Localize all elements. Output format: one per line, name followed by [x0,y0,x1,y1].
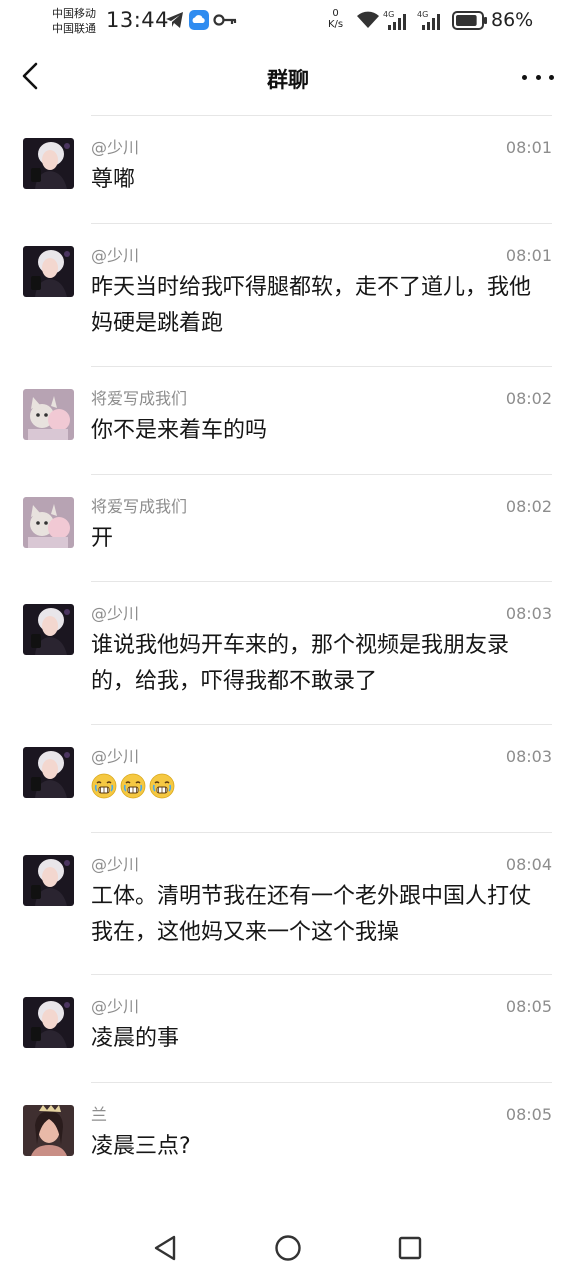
message-text-content: 谁说我他妈开车来的，那个视频是我朋友录的，给我，吓得我都不敢录了 [91,633,510,694]
wifi-icon [356,10,380,34]
message-text: 尊嘟 [91,162,546,198]
message-text-content: 尊嘟 [91,167,136,192]
net-speed-unit: K/s [328,19,344,30]
message-row[interactable]: 将爱写成我们 08:02 你不是来着车的吗 [0,367,576,475]
message-time: 08:02 [505,389,552,408]
sender-avatar[interactable] [23,138,74,189]
message-body: @少川 08:04 工体。清明节我在还有一个老外跟中国人打仗我在，这他妈又来一个这个… [0,855,576,975]
battery-icon [452,11,488,34]
status-bar: 中国移动 中国联通 13:44 0 K/s 4G 4G 86% [0,0,576,42]
message-text-content: 凌晨三点? [91,1134,191,1159]
message-text: 你不是来着车的吗 [91,413,546,449]
back-triangle-icon [154,1235,176,1261]
message-text: 凌晨三点? [91,1129,546,1165]
message-text: 昨天当时给我吓得腿都软，走不了道儿，我他妈硬是跳着跑 [91,270,546,342]
recents-square-icon [398,1236,422,1260]
sender-name: 将爱写成我们 [91,389,188,408]
battery-percent: 86% [491,9,534,31]
sender-name: @少川 [91,997,140,1016]
message-body: 兰 08:05 凌晨三点? [0,1105,576,1213]
message-row[interactable]: @少川 08:03 谁说我他妈开车来的，那个视频是我朋友录的，给我，吓得我都不敢录了 [0,582,576,725]
message-text-content: 开 [91,526,114,551]
message-row[interactable]: @少川 08:01 昨天当时给我吓得腿都软，走不了道儿，我他妈硬是跳着跑 [0,224,576,367]
sender-avatar[interactable] [23,855,74,906]
nav-back-button[interactable] [148,1231,182,1265]
message-body: 将爱写成我们 08:02 开 [0,497,576,582]
page-title: 群聊 [267,68,309,92]
status-time: 13:44 [106,8,170,32]
home-circle-icon [275,1235,301,1261]
message-body: @少川 08:03 谁说我他妈开车来的，那个视频是我朋友录的，给我，吓得我都不敢录了 [0,604,576,725]
sender-name: @少川 [91,604,140,623]
message-text: 工体。清明节我在还有一个老外跟中国人打仗我在，这他妈又来一个这个我操 [91,879,546,951]
sender-avatar[interactable] [23,997,74,1048]
message-time: 08:03 [505,604,552,623]
message-list[interactable]: @少川08:00我直接跳着跑@少川08:01尊嘟@少川08:01昨天当时给我吓得… [0,110,576,1215]
message-time: 08:02 [505,497,552,516]
sender-avatar[interactable] [23,747,74,798]
network-speed: 0 K/s [328,8,343,30]
message-time: 08:03 [505,747,552,766]
sender-avatar[interactable] [23,604,74,655]
cry-laugh-emoji-icon [120,773,146,799]
more-options-button[interactable] [522,68,554,86]
sender-name: @少川 [91,138,140,157]
message-time: 08:01 [505,138,552,157]
message-text-content: 昨天当时给我吓得腿都软，走不了道儿，我他妈硬是跳着跑 [91,275,532,336]
sender-name: @少川 [91,747,140,766]
carrier-2: 中国联通 [52,22,96,35]
sender-name: @少川 [91,855,140,874]
signal-1-label: 4G [383,10,394,19]
key-icon [213,12,237,32]
sender-avatar[interactable] [23,389,74,440]
sender-name: 兰 [91,1105,108,1124]
cloud-app-icon [189,10,209,34]
message-text [91,771,546,807]
net-speed-value: 0 [332,8,339,19]
message-body: @少川 08:05 凌晨的事 [0,997,576,1083]
message-text-content: 凌晨的事 [91,1026,180,1051]
message-body: @少川 08:03 [0,747,576,833]
carrier-info: 中国移动 中国联通 [52,6,96,36]
message-row[interactable]: 将爱写成我们 08:02 开 [0,475,576,582]
sender-avatar[interactable] [23,1105,74,1156]
message-text-content: 工体。清明节我在还有一个老外跟中国人打仗我在，这他妈又来一个这个我操 [91,884,532,945]
message-row[interactable]: @少川 08:03 [0,725,576,833]
message-time: 08:05 [505,1105,552,1124]
sender-name: 将爱写成我们 [91,497,188,516]
message-time: 08:01 [505,246,552,265]
message-row[interactable]: 兰 08:05 凌晨三点? [0,1083,576,1213]
message-body: @少川 08:01 昨天当时给我吓得腿都软，走不了道儿，我他妈硬是跳着跑 [0,246,576,367]
message-list-content: @少川08:00我直接跳着跑@少川08:01尊嘟@少川08:01昨天当时给我吓得… [0,110,576,1213]
message-body: 将爱写成我们 08:02 你不是来着车的吗 [0,389,576,475]
message-time: 08:05 [505,997,552,1016]
cry-laugh-emoji-icon [149,773,175,799]
message-body: @少川 08:01 尊嘟 [0,138,576,224]
more-dots-icon [522,74,527,80]
sender-name: @少川 [91,246,140,265]
nav-home-button[interactable] [271,1231,305,1265]
message-text: 凌晨的事 [91,1021,546,1057]
message-text: 开 [91,521,546,557]
message-text: 谁说我他妈开车来的，那个视频是我朋友录的，给我，吓得我都不敢录了 [91,628,546,700]
message-row[interactable]: @少川 08:05 凌晨的事 [0,975,576,1083]
title-bar: 群聊 [0,42,576,110]
signal-2-label: 4G [417,10,428,19]
system-nav-bar [0,1215,576,1280]
message-time: 08:04 [505,855,552,874]
telegram-icon [165,11,185,33]
nav-recents-button[interactable] [393,1231,427,1265]
sender-avatar[interactable] [23,246,74,297]
signal-icon-2: 4G [416,9,446,35]
message-row[interactable]: @少川 08:04 工体。清明节我在还有一个老外跟中国人打仗我在，这他妈又来一个这个… [0,833,576,975]
carrier-1: 中国移动 [52,7,96,20]
cry-laugh-emoji-icon [91,773,117,799]
message-text-content: 你不是来着车的吗 [91,418,268,443]
signal-icon: 4G [382,9,412,35]
sender-avatar[interactable] [23,497,74,548]
message-row[interactable]: @少川 08:01 尊嘟 [0,116,576,224]
